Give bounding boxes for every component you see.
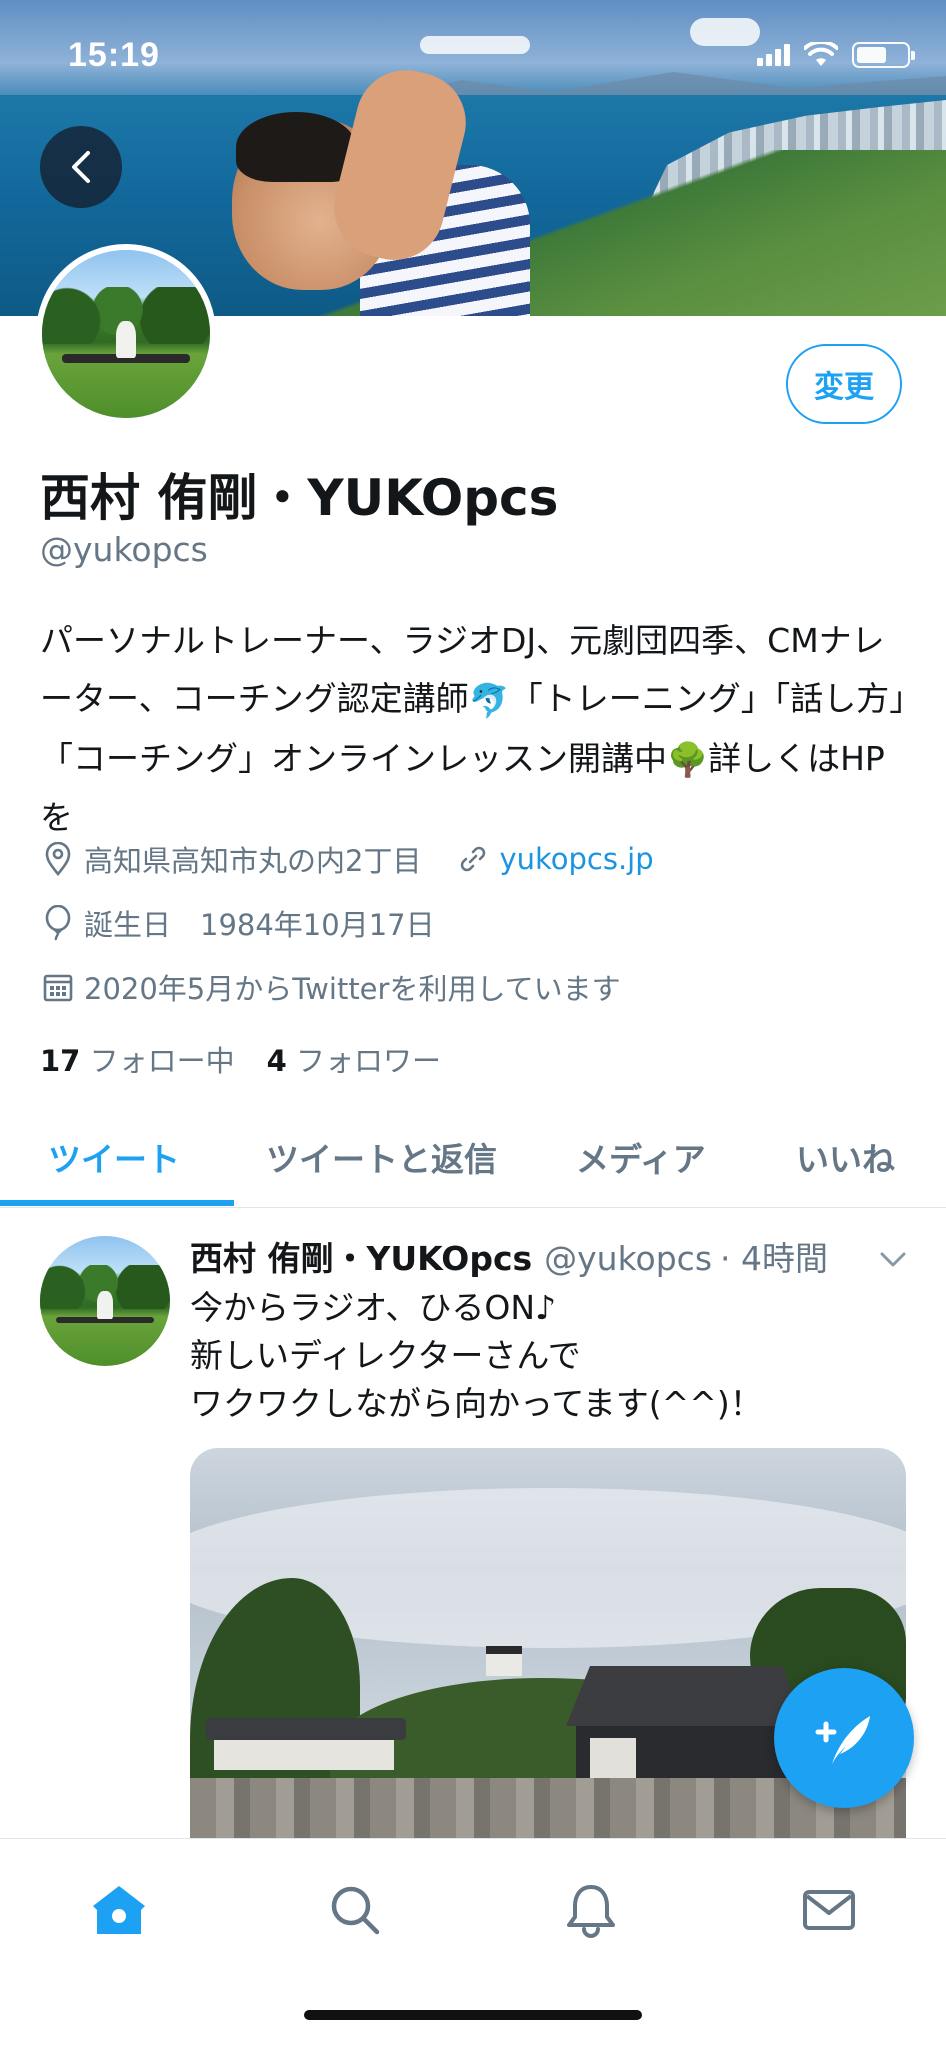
profile-joined-date: 2020年5月からTwitterを利用しています [84,972,621,1006]
followers-count: 4 [266,1044,287,1078]
nav-messages[interactable] [794,1875,864,1945]
status-time: 15:19 [68,36,160,74]
balloon-icon [40,905,76,941]
cellular-signal-icon [757,44,790,66]
profile-bio: パーソナルトレーナー、ラジオDJ、元劇団四季、CMナレーター、コーチング認定講師… [40,612,906,847]
nav-home[interactable] [84,1875,154,1945]
nav-search[interactable] [320,1875,390,1945]
followers-label: フォロワー [296,1044,442,1078]
following-link[interactable]: 17 フォロー中 [40,1038,235,1080]
profile-location: 高知県高知市丸の内2丁目 [84,844,422,878]
status-icons [757,42,915,68]
chevron-down-icon[interactable] [878,1244,908,1274]
tweet-header: 西村 侑剛・YUKOpcs @yukopcs · 4時間 [190,1232,828,1280]
mail-icon [803,1890,855,1930]
compose-tweet-icon [815,1716,870,1764]
compose-tweet-button[interactable] [774,1668,914,1808]
bell-icon [567,1885,615,1938]
nav-notifications[interactable] [556,1875,626,1945]
display-name: 西村 侑剛・YUKOpcs [40,469,559,527]
tweet-author-name[interactable]: 西村 侑剛・YUKOpcs [190,1232,532,1280]
link-icon [455,841,491,877]
chevron-left-icon [72,151,90,183]
status-bar: 15:19 [0,0,946,110]
tweet-author-handle: @yukopcs [544,1239,713,1278]
tree-emoji-icon: 🌳 [667,740,709,779]
home-indicator[interactable] [304,2010,642,2020]
active-tab-indicator [0,1200,234,1206]
profile-website-link[interactable]: yukopcs.jp [499,842,653,876]
user-handle: @yukopcs [40,530,208,569]
following-count: 17 [40,1044,81,1078]
battery-icon [852,42,915,68]
profile-avatar[interactable] [36,244,216,424]
follow-stats: 17 フォロー中 4 フォロワー [40,1038,441,1080]
wifi-icon [804,42,838,66]
calendar-icon [40,969,76,1005]
profile-meta-birthday-row: 誕生日 1984年10月17日 [40,902,435,944]
edit-profile-button[interactable]: 変更 [786,344,902,424]
home-icon [93,1886,145,1934]
profile-meta-joined-row: 2020年5月からTwitterを利用しています [40,966,621,1008]
tweet-avatar[interactable] [40,1236,170,1366]
tweet-timestamp: · 4時間 [720,1239,828,1278]
banner-person-hair [236,112,356,182]
tab-tweets-and-replies[interactable]: ツイートと返信 [266,1106,497,1208]
tab-tweets[interactable]: ツイート [48,1106,180,1208]
dolphin-emoji-icon: 🐬 [468,680,510,720]
back-button[interactable] [40,126,122,208]
tab-likes[interactable]: いいね [796,1106,895,1208]
search-icon [331,1886,380,1935]
tweet-text: 今からラジオ、ひるON♪ 新しいディレクターさんで ワクワクしながら向かってます… [190,1288,763,1423]
profile-birthday: 誕生日 1984年10月17日 [84,908,435,942]
location-pin-icon [40,841,76,877]
profile-tabs: ツイート ツイートと返信 メディア いいね [0,1106,946,1208]
profile-meta-location-row: 高知県高知市丸の内2丁目 yukopcs.jp [40,838,654,880]
followers-link[interactable]: 4 フォロワー [267,1038,441,1080]
tab-media[interactable]: メディア [576,1106,706,1208]
following-label: フォロー中 [89,1044,235,1078]
